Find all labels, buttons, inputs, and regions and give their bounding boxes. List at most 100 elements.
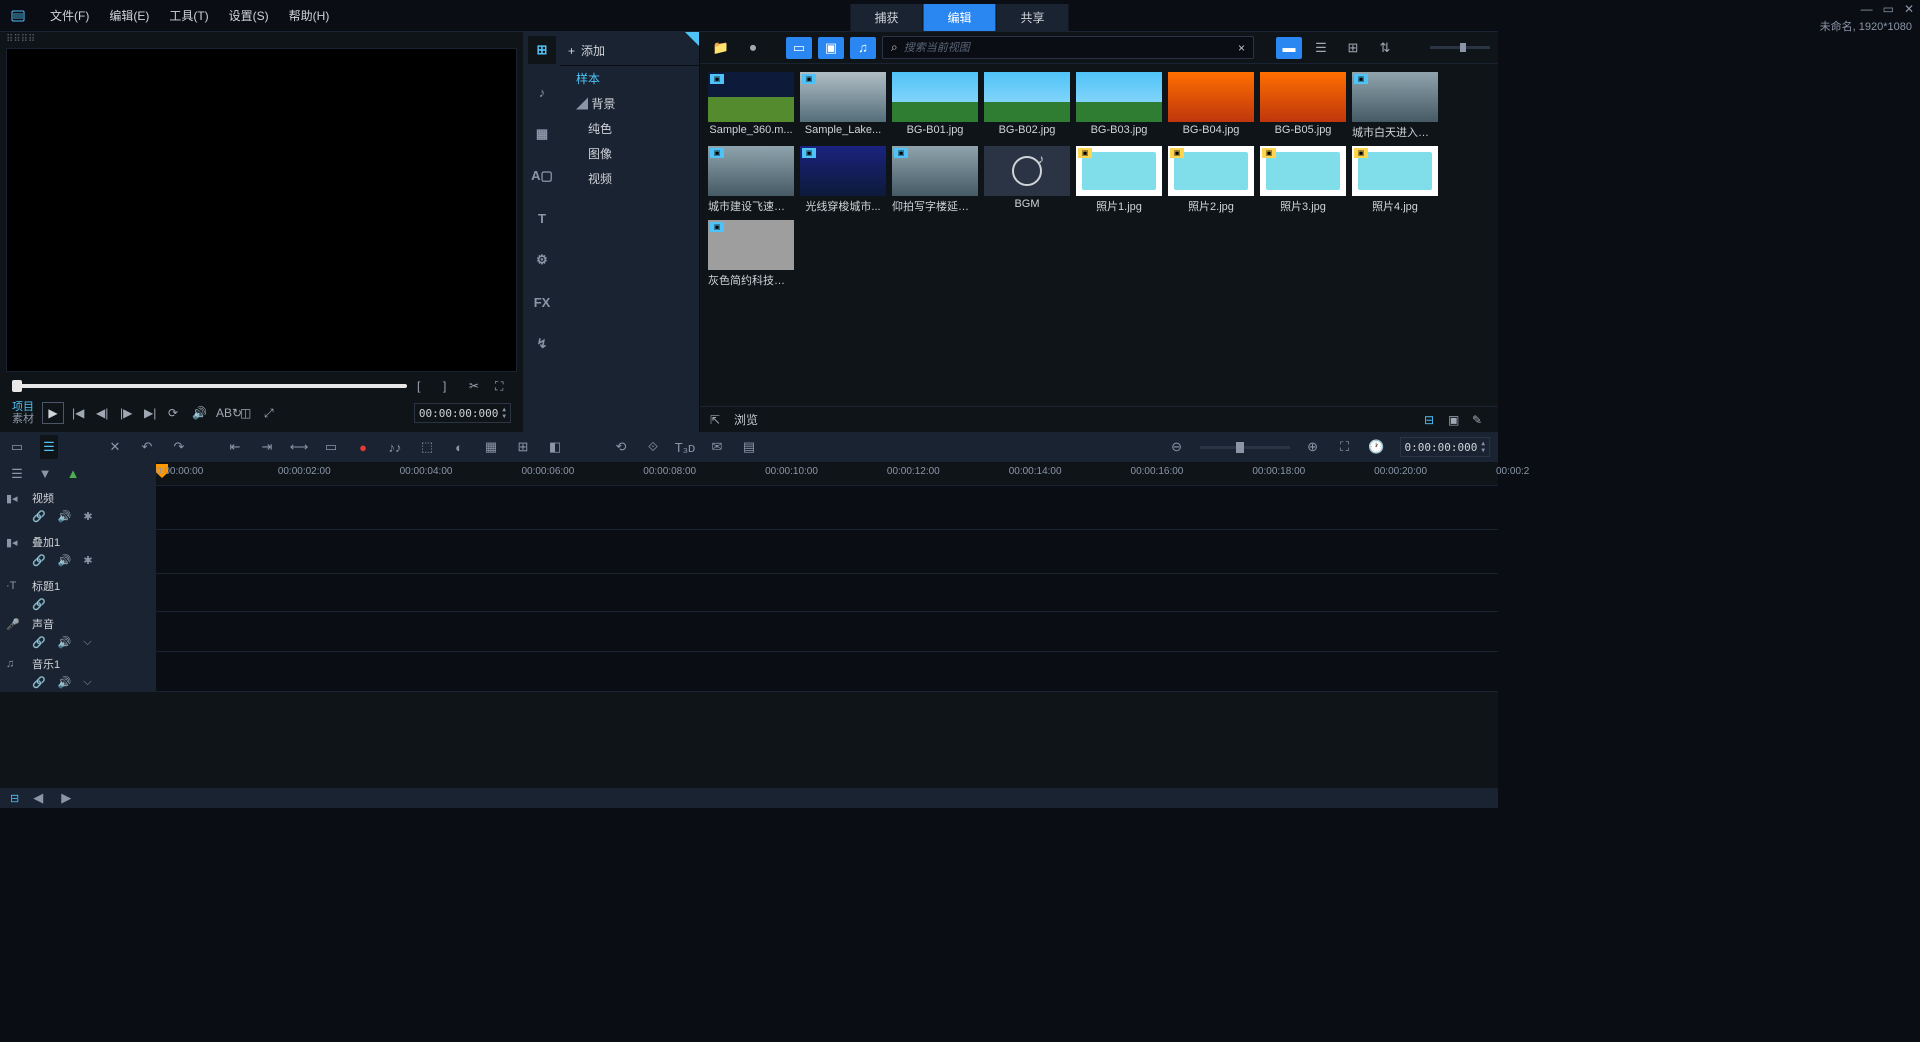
menu-help[interactable]: 帮助(H) (279, 3, 340, 28)
library-search[interactable]: ⌕ × (882, 36, 1254, 59)
redo-icon[interactable]: ↷ (170, 439, 188, 455)
video-track-body[interactable] (156, 486, 1498, 529)
zoom-out-icon[interactable]: ⊖ (1168, 439, 1186, 455)
title-track-body[interactable] (156, 574, 1498, 611)
storyboard-view-icon[interactable]: ▭ (8, 439, 26, 455)
library-item[interactable]: ▣光线穿梭城市... (800, 146, 886, 214)
menu-settings[interactable]: 设置(S) (219, 3, 279, 28)
library-fx-icon[interactable]: FX (528, 288, 556, 316)
library-item[interactable]: ▣照片3.jpg (1260, 146, 1346, 214)
menu-tools[interactable]: 工具(T) (159, 3, 218, 28)
motion-icon[interactable]: ⟲ (612, 439, 630, 455)
library-media-icon[interactable]: ⊞ (528, 36, 556, 64)
library-item[interactable]: ▣Sample_360.m... (708, 72, 794, 140)
play-button[interactable]: ▶ (42, 402, 64, 424)
minimize-button[interactable]: — (1861, 2, 1873, 16)
sound-track-body[interactable] (156, 612, 1498, 651)
explorer-icon[interactable]: ⇱ (710, 413, 726, 427)
link-icon[interactable]: 🔗 (32, 510, 46, 523)
library-text-icon[interactable]: T (528, 204, 556, 232)
tool2-icon[interactable]: ⬚ (418, 439, 436, 455)
tree-video[interactable]: 视频 (560, 166, 699, 191)
undo-icon[interactable]: ↶ (138, 439, 156, 455)
music-track-body[interactable] (156, 652, 1498, 691)
split-icon[interactable]: ✂ (469, 379, 485, 393)
library-item[interactable]: ▣照片1.jpg (1076, 146, 1162, 214)
thumb-size-slider[interactable] (1430, 46, 1490, 49)
close-button[interactable]: ✕ (1904, 2, 1914, 16)
resize1-icon[interactable]: ◫ (240, 406, 256, 420)
tool6-icon[interactable]: ◧ (546, 439, 564, 455)
footer-edit-icon[interactable]: ✎ (1472, 413, 1488, 427)
tool1-icon[interactable]: ▭ (322, 439, 340, 455)
import-folder-icon[interactable]: 📁 (708, 37, 734, 59)
tools-icon[interactable]: ✕ (106, 439, 124, 455)
zoom-in-icon[interactable]: ⊕ (1304, 439, 1322, 455)
add-media-button[interactable]: + 添加 (560, 36, 699, 66)
tree-image[interactable]: 图像 (560, 141, 699, 166)
overlay-track-body[interactable] (156, 530, 1498, 573)
zoom-slider[interactable] (1200, 446, 1290, 449)
go-end-icon[interactable]: ▶| (144, 406, 160, 420)
tree-background[interactable]: ◢ 背景 (560, 91, 699, 116)
tool4-icon[interactable]: ▦ (482, 439, 500, 455)
library-item[interactable]: ▣Sample_Lake... (800, 72, 886, 140)
crop-icon[interactable]: ⟐ (644, 439, 662, 455)
clear-search-icon[interactable]: × (1238, 41, 1245, 55)
expand-icon[interactable]: ⛶ (495, 379, 511, 394)
mute-icon[interactable]: 🔊 (58, 510, 72, 523)
record-icon[interactable]: ● (354, 440, 372, 455)
link-icon[interactable]: 🔗 (32, 598, 46, 611)
browse-label[interactable]: 浏览 (734, 411, 758, 428)
resize2-icon[interactable]: ⤢ (264, 406, 280, 421)
mute-icon[interactable]: 🔊 (58, 554, 72, 567)
tree-solid[interactable]: 纯色 (560, 116, 699, 141)
footer-view2-icon[interactable]: ▣ (1448, 413, 1464, 427)
split-clip-icon[interactable]: ⟷ (290, 439, 308, 455)
timeline-timecode[interactable]: 0:00:00:000 ▲▼ (1400, 437, 1490, 457)
link-icon[interactable]: 🔗 (32, 636, 46, 649)
timeline-ruler[interactable]: 0:00:00:0000:00:02:0000:00:04:0000:00:06… (156, 462, 1498, 485)
mail-icon[interactable]: ✉ (708, 439, 726, 455)
tab-share[interactable]: 共享 (997, 4, 1070, 31)
mark-out-icon[interactable]: ] (443, 379, 459, 393)
library-audio-icon[interactable]: ♪ (528, 78, 556, 106)
view-large-icon[interactable]: ▬ (1276, 37, 1302, 59)
capture-icon[interactable]: ⏺ (740, 37, 766, 59)
chapter-icon[interactable]: ▲ (64, 466, 82, 481)
track-options-icon[interactable]: ☰ (8, 466, 26, 482)
tab-edit[interactable]: 编辑 (923, 4, 996, 31)
library-overlay-icon[interactable]: ⚙ (528, 246, 556, 274)
filter-photo-icon[interactable]: ▣ (818, 37, 844, 59)
scroll-left-icon[interactable]: ◀ (29, 790, 47, 806)
preview-scrubber[interactable] (12, 384, 407, 388)
expand-icon[interactable]: ⌵ (83, 636, 91, 649)
library-item[interactable]: BG-B03.jpg (1076, 72, 1162, 140)
drag-handle[interactable]: ⠿⠿⠿⠿ (2, 34, 521, 44)
clock-icon[interactable]: 🕐 (1368, 439, 1386, 455)
preview-timecode[interactable]: 00:00:00:000 ▲▼ (414, 403, 511, 423)
fit-icon[interactable]: ⛶ (1336, 439, 1354, 455)
library-title-icon[interactable]: A▢ (528, 162, 556, 190)
filter-audio-icon[interactable]: ♫ (850, 37, 876, 59)
audio-mix-icon[interactable]: ♪♪ (386, 440, 404, 455)
project-mode-label[interactable]: 项目 (12, 401, 34, 413)
tab-capture[interactable]: 捕获 (850, 4, 923, 31)
library-item[interactable]: ▣灰色简约科技背... (708, 220, 794, 288)
volume-icon[interactable]: 🔊 (192, 406, 208, 420)
ab-icon[interactable]: AB↻ (216, 406, 232, 420)
library-item[interactable]: BG-B05.jpg (1260, 72, 1346, 140)
scroll-right-icon[interactable]: ▶ (57, 790, 75, 806)
library-item[interactable]: ▣城市建设飞速崛... (708, 146, 794, 214)
mark-in-icon[interactable]: [ (417, 379, 433, 393)
loop-icon[interactable]: ⟳ (168, 406, 184, 420)
link-icon[interactable]: 🔗 (32, 554, 46, 567)
marker-icon[interactable]: ▼ (36, 466, 54, 481)
library-item[interactable]: BGM (984, 146, 1070, 214)
library-item[interactable]: ▣照片2.jpg (1168, 146, 1254, 214)
search-input[interactable] (904, 42, 1232, 54)
expand-icon[interactable]: ⌵ (83, 676, 91, 689)
frame-forward-icon[interactable]: |▶ (120, 406, 136, 420)
library-item[interactable]: ▣城市白天进入夜... (1352, 72, 1438, 140)
mute-icon[interactable]: 🔊 (58, 676, 72, 689)
